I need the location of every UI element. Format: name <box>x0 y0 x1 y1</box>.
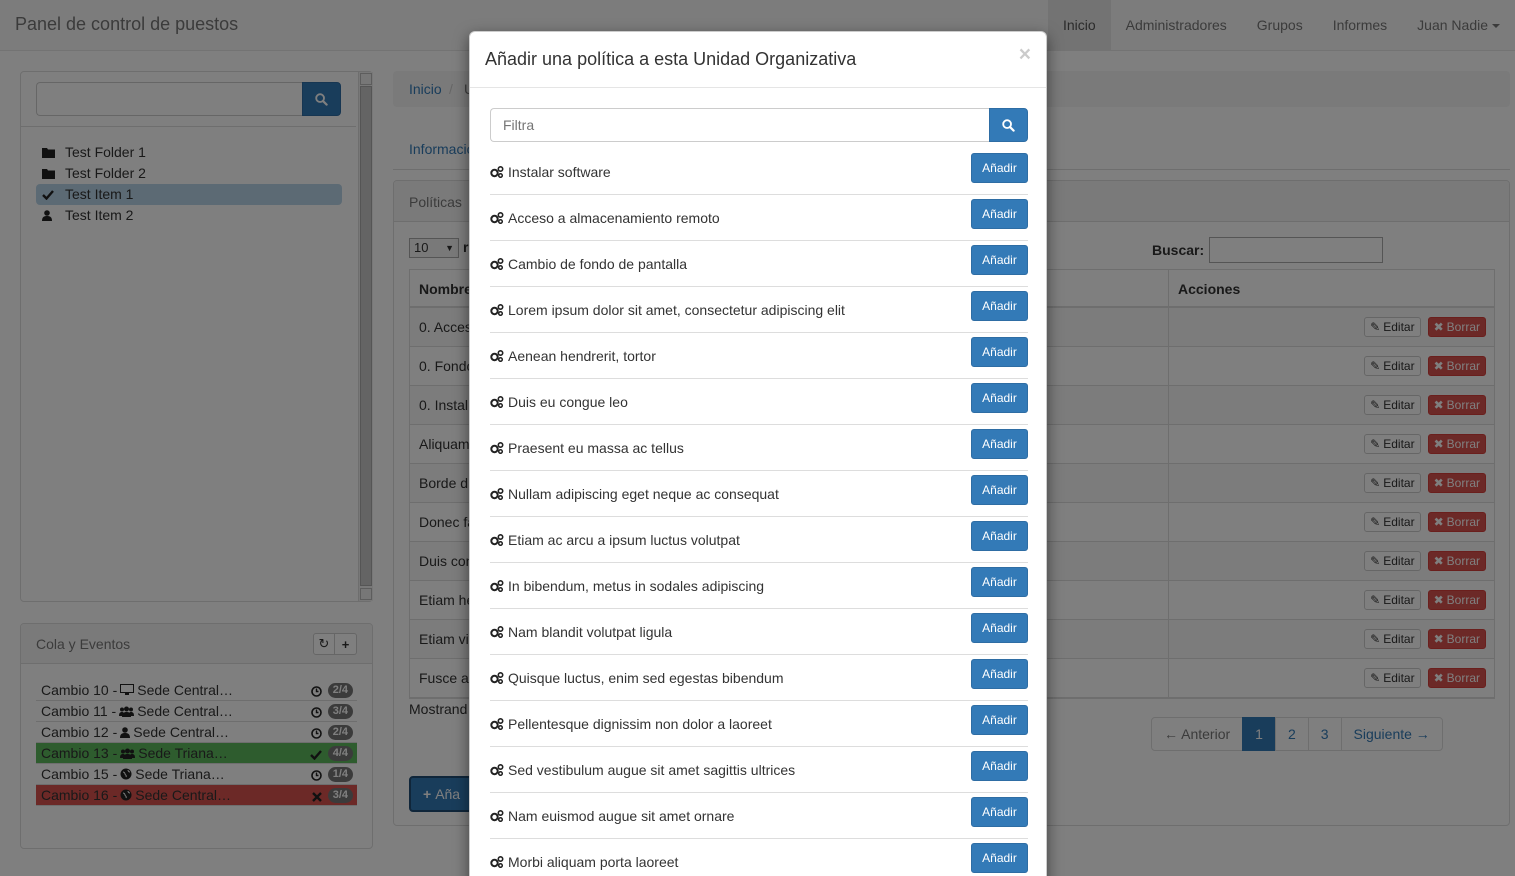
policy-label: Duis eu congue leo <box>508 394 628 410</box>
modal-title: Añadir una política a esta Unidad Organi… <box>485 49 857 69</box>
policy-name: Morbi aliquam porta laoreet <box>490 854 678 870</box>
policy-name: Lorem ipsum dolor sit amet, consectetur … <box>490 302 845 318</box>
policy-name: Nam euismod augue sit amet ornare <box>490 808 734 824</box>
add-button[interactable]: Añadir <box>971 567 1028 597</box>
filter-search-button[interactable] <box>989 108 1028 142</box>
add-policy-modal: Añadir una política a esta Unidad Organi… <box>469 31 1047 876</box>
gears-icon <box>490 718 504 730</box>
gears-icon <box>490 580 504 592</box>
add-button[interactable]: Añadir <box>971 475 1028 505</box>
policy-label: Acceso a almacenamiento remoto <box>508 210 720 226</box>
policy-name: Nam blandit volutpat ligula <box>490 624 672 640</box>
policy-name: Acceso a almacenamiento remoto <box>490 210 720 226</box>
policy-row: Praesent eu massa ac tellus Añadir <box>490 425 1028 471</box>
gears-icon <box>490 442 504 454</box>
policy-row: Quisque luctus, enim sed egestas bibendu… <box>490 655 1028 701</box>
policy-name: Pellentesque dignissim non dolor a laore… <box>490 716 772 732</box>
policy-name: Nullam adipiscing eget neque ac consequa… <box>490 486 779 502</box>
policy-name: Duis eu congue leo <box>490 394 628 410</box>
policy-label: Cambio de fondo de pantalla <box>508 256 688 272</box>
gears-icon <box>490 258 504 270</box>
policy-label: Pellentesque dignissim non dolor a laore… <box>508 716 772 732</box>
add-button[interactable]: Añadir <box>971 153 1028 183</box>
add-button[interactable]: Añadir <box>971 291 1028 321</box>
gears-icon <box>490 488 504 500</box>
policy-row: Nam euismod augue sit amet ornare Añadir <box>490 793 1028 839</box>
policy-name: Instalar software <box>490 164 611 180</box>
policy-row: Aenean hendrerit, tortor Añadir <box>490 333 1028 379</box>
policy-label: Nullam adipiscing eget neque ac consequa… <box>508 486 779 502</box>
policy-label: Nam euismod augue sit amet ornare <box>508 808 735 824</box>
gears-icon <box>490 856 504 868</box>
policy-name: In bibendum, metus in sodales adipiscing <box>490 578 764 594</box>
gears-icon <box>490 304 504 316</box>
add-button[interactable]: Añadir <box>971 245 1028 275</box>
gears-icon <box>490 764 504 776</box>
gears-icon <box>490 626 504 638</box>
gears-icon <box>490 212 504 224</box>
policy-row: Nullam adipiscing eget neque ac consequa… <box>490 471 1028 517</box>
policy-row: In bibendum, metus in sodales adipiscing… <box>490 563 1028 609</box>
policy-name: Etiam ac arcu a ipsum luctus volutpat <box>490 532 740 548</box>
gears-icon <box>490 534 504 546</box>
search-icon <box>1002 118 1015 132</box>
policy-row: Sed vestibulum augue sit amet sagittis u… <box>490 747 1028 793</box>
gears-icon <box>490 350 504 362</box>
policy-row: Pellentesque dignissim non dolor a laore… <box>490 701 1028 747</box>
add-button[interactable]: Añadir <box>971 337 1028 367</box>
policy-list: Instalar software Añadir Acceso a almacena… <box>490 149 1028 876</box>
add-button[interactable]: Añadir <box>971 659 1028 689</box>
gears-icon <box>490 810 504 822</box>
policy-label: In bibendum, metus in sodales adipiscing <box>508 578 765 594</box>
policy-row: Instalar software Añadir <box>490 149 1028 195</box>
add-button[interactable]: Añadir <box>971 383 1028 413</box>
policy-row: Morbi aliquam porta laoreet Añadir <box>490 839 1028 876</box>
modal-header: Añadir una política a esta Unidad Organi… <box>470 32 1046 88</box>
close-icon[interactable]: × <box>1019 43 1031 67</box>
policy-row: Nam blandit volutpat ligula Añadir <box>490 609 1028 655</box>
policy-name: Quisque luctus, enim sed egestas bibendu… <box>490 670 784 686</box>
add-button[interactable]: Añadir <box>971 199 1028 229</box>
add-button[interactable]: Añadir <box>971 613 1028 643</box>
policy-label: Sed vestibulum augue sit amet sagittis u… <box>508 762 796 778</box>
policy-name: Cambio de fondo de pantalla <box>490 256 687 272</box>
add-button[interactable]: Añadir <box>971 797 1028 827</box>
policy-name: Sed vestibulum augue sit amet sagittis u… <box>490 762 795 778</box>
policy-label: Etiam ac arcu a ipsum luctus volutpat <box>508 532 740 548</box>
policy-label: Nam blandit volutpat ligula <box>508 624 673 640</box>
policy-label: Aenean hendrerit, tortor <box>508 348 656 364</box>
gears-icon <box>490 166 504 178</box>
add-button[interactable]: Añadir <box>971 843 1028 873</box>
add-button[interactable]: Añadir <box>971 521 1028 551</box>
policy-row: Acceso a almacenamiento remoto Añadir <box>490 195 1028 241</box>
filter-input[interactable] <box>490 108 989 142</box>
add-button[interactable]: Añadir <box>971 705 1028 735</box>
add-button[interactable]: Añadir <box>971 751 1028 781</box>
policy-label: Lorem ipsum dolor sit amet, consectetur … <box>508 302 845 318</box>
policy-filter <box>490 108 1028 142</box>
policy-label: Quisque luctus, enim sed egestas bibendu… <box>508 670 784 686</box>
gears-icon <box>490 396 504 408</box>
policy-row: Cambio de fondo de pantalla Añadir <box>490 241 1028 287</box>
gears-icon <box>490 672 504 684</box>
policy-row: Lorem ipsum dolor sit amet, consectetur … <box>490 287 1028 333</box>
policy-name: Aenean hendrerit, tortor <box>490 348 656 364</box>
policy-row: Etiam ac arcu a ipsum luctus volutpat Aña… <box>490 517 1028 563</box>
policy-name: Praesent eu massa ac tellus <box>490 440 684 456</box>
policy-row: Duis eu congue leo Añadir <box>490 379 1028 425</box>
policy-label: Instalar software <box>508 164 611 180</box>
policy-label: Morbi aliquam porta laoreet <box>508 854 679 870</box>
policy-label: Praesent eu massa ac tellus <box>508 440 684 456</box>
add-button[interactable]: Añadir <box>971 429 1028 459</box>
